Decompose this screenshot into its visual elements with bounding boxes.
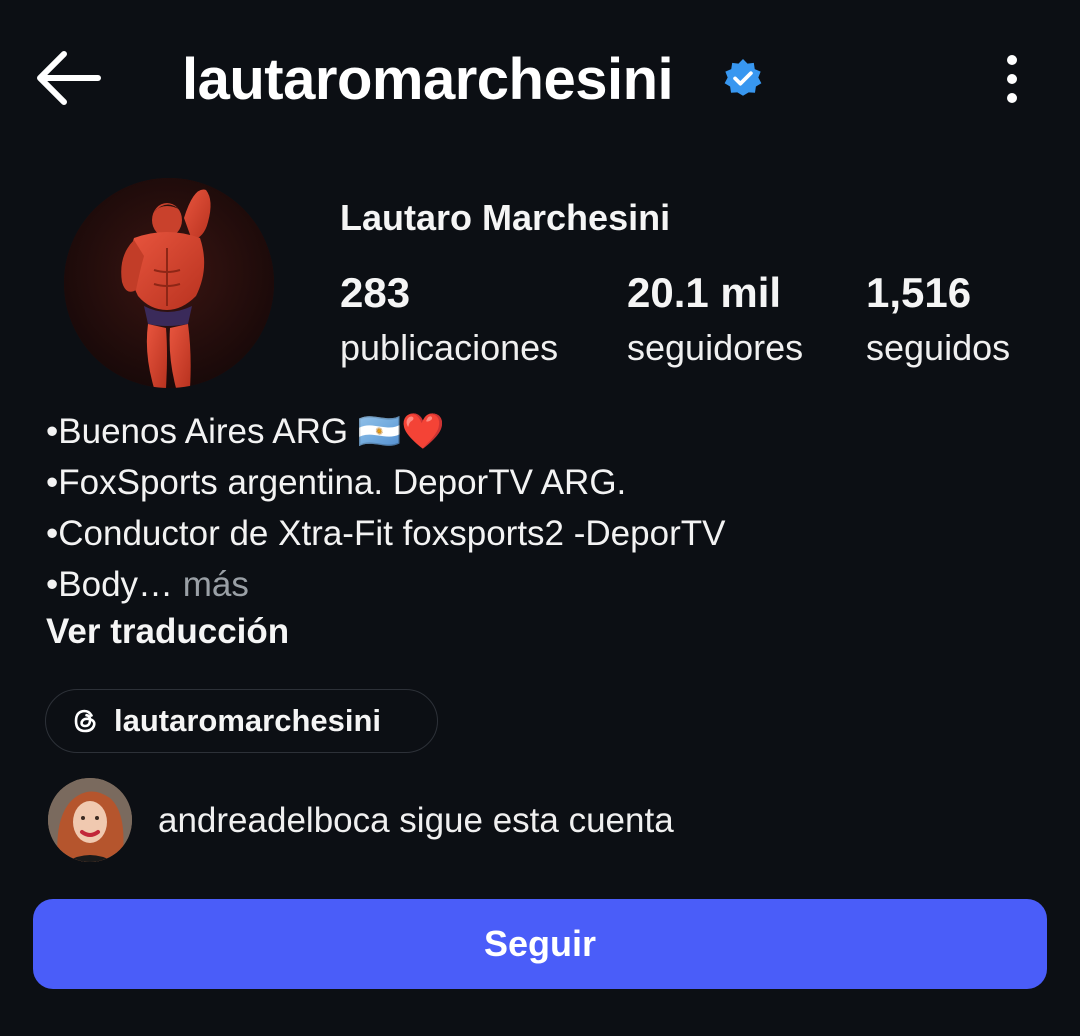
follow-button[interactable]: Seguir — [33, 899, 1047, 989]
bio-more-link[interactable]: más — [183, 565, 249, 604]
stat-following-count: 1,516 — [866, 269, 972, 316]
threads-icon — [74, 709, 96, 733]
bio-line-text: •Body… — [46, 565, 174, 604]
verified-badge-icon — [724, 59, 762, 96]
stat-posts-label: publicaciones — [340, 327, 559, 368]
mutual-follower-text[interactable]: andreadelboca sigue esta cuenta — [158, 798, 674, 844]
bio-line-last: •Body… más — [46, 559, 1046, 610]
mutual-follower-photo — [48, 778, 132, 862]
arrow-left-icon — [37, 51, 101, 105]
stat-posts[interactable]: 283 publicaciones — [340, 268, 558, 374]
more-options-button[interactable] — [990, 50, 1034, 110]
bio-line: •Conductor de Xtra-Fit foxsports2 -Depor… — [46, 514, 726, 553]
stat-following[interactable]: 1,516 seguidos — [866, 268, 1010, 374]
profile-bio: •Buenos Aires ARG 🇦🇷❤️ •FoxSports argent… — [46, 406, 1046, 654]
profile-avatar[interactable] — [64, 178, 274, 388]
profile-username-title: lautaromarchesini — [182, 47, 674, 112]
more-vertical-icon — [1007, 55, 1017, 103]
bio-line: •FoxSports argentina. DeporTV ARG. — [46, 463, 627, 502]
back-button[interactable] — [30, 46, 106, 110]
stat-followers[interactable]: 20.1 mil seguidores — [627, 268, 803, 374]
threads-profile-link[interactable]: lautaromarchesini — [45, 689, 438, 753]
profile-photo-image — [64, 178, 274, 388]
threads-handle: lautaromarchesini — [114, 703, 382, 738]
stat-followers-label: seguidores — [627, 327, 804, 368]
stat-posts-count: 283 — [340, 269, 411, 316]
mutual-follower-avatar[interactable] — [48, 778, 132, 862]
stat-following-label: seguidos — [866, 327, 1011, 368]
top-bar: lautaromarchesini — [0, 0, 1080, 160]
bio-line: •Buenos Aires ARG 🇦🇷❤️ — [46, 412, 446, 451]
see-translation-link[interactable]: Ver traducción — [46, 610, 1046, 654]
stat-followers-count: 20.1 mil — [627, 269, 782, 316]
profile-display-name: Lautaro Marchesini — [340, 197, 671, 238]
